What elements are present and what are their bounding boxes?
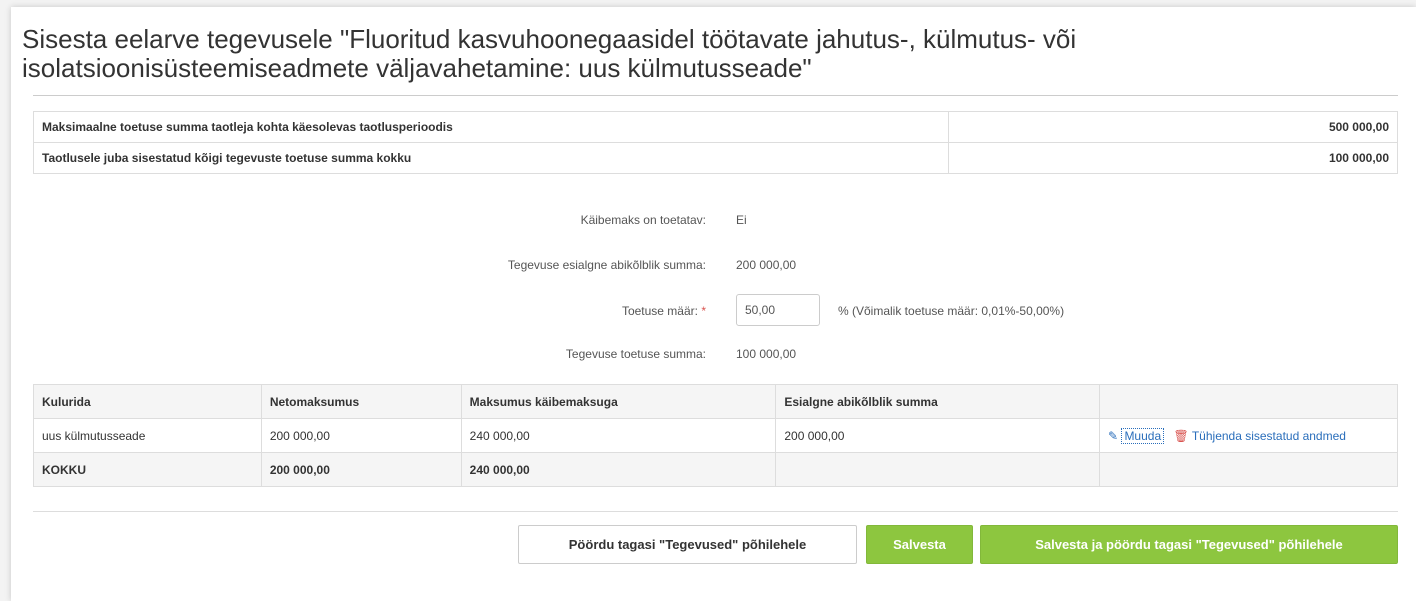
col-header-gross: Maksumus käibemaksuga [460, 384, 777, 419]
summary-label: Maksimaalne toetuse summa taotleja kohta… [33, 111, 949, 143]
col-header-eligible: Esialgne abikõlblik summa [775, 384, 1101, 419]
initial-sum-value: 200 000,00 [736, 258, 797, 272]
grant-sum-value: 100 000,00 [736, 347, 797, 361]
save-button[interactable]: Salvesta [866, 525, 973, 564]
title-divider [33, 95, 1398, 96]
summary-row: Maksimaalne toetuse summa taotleja kohta… [33, 111, 1398, 143]
col-header-item: Kulurida [33, 384, 262, 419]
summary-label: Taotlusele juba sisestatud kõigi tegevus… [33, 142, 949, 174]
col-header-net: Netomaksumus [260, 384, 462, 419]
vat-label: Käibemaks on toetatav: [580, 213, 706, 227]
edit-link[interactable]: Muuda [1121, 427, 1165, 444]
rate-input[interactable] [736, 294, 820, 326]
cell-actions: ✎ Muuda 🗑 Tühjenda sisestatud andmed [1099, 418, 1398, 453]
total-row: KOKKU 200 000,00 240 000,00 [33, 452, 1398, 487]
col-header-actions [1099, 384, 1398, 419]
clear-data-link[interactable]: Tühjenda sisestatud andmed [1192, 429, 1346, 443]
required-marker: * [701, 304, 706, 318]
rate-label-text: Toetuse määr: [621, 304, 698, 318]
cost-table-header: Kulurida Netomaksumus Maksumus käibemaks… [33, 384, 1398, 419]
cell-net: 200 000,00 [260, 418, 462, 453]
summary-value: 500 000,00 [948, 111, 1398, 143]
vat-value: Ei [736, 213, 747, 227]
total-actions [1099, 452, 1398, 487]
cell-eligible: 200 000,00 [775, 418, 1101, 453]
footer-divider [33, 511, 1398, 512]
save-and-return-button[interactable]: Salvesta ja pöördu tagasi "Tegevused" põ… [980, 525, 1398, 564]
cell-item: uus külmutusseade [33, 418, 262, 453]
total-net: 200 000,00 [260, 452, 462, 487]
total-label: KOKKU [33, 452, 262, 487]
pencil-icon[interactable]: ✎ [1108, 429, 1118, 443]
summary-row: Taotlusele juba sisestatud kõigi tegevus… [33, 142, 1398, 174]
cost-table: Kulurida Netomaksumus Maksumus käibemaks… [33, 384, 1398, 487]
summary-value: 100 000,00 [948, 142, 1398, 174]
rate-hint: % (Võimalik toetuse määr: 0,01%-50,00%) [838, 304, 1065, 318]
summary-table: Maksimaalne toetuse summa taotleja kohta… [33, 111, 1398, 174]
page-title: Sisesta eelarve tegevusele "Fluoritud ka… [22, 24, 1077, 83]
total-gross: 240 000,00 [460, 452, 777, 487]
total-eligible [775, 452, 1101, 487]
initial-sum-label: Tegevuse esialgne abikõlblik summa: [507, 258, 706, 272]
table-row: uus külmutusseade 200 000,00 240 000,00 … [33, 418, 1398, 453]
cell-gross: 240 000,00 [460, 418, 777, 453]
trash-icon[interactable]: 🗑 [1173, 429, 1188, 443]
grant-sum-label: Tegevuse toetuse summa: [565, 347, 706, 361]
rate-label: Toetuse määr: * [622, 303, 706, 319]
back-button[interactable]: Pöördu tagasi "Tegevused" põhilehele [518, 525, 857, 564]
